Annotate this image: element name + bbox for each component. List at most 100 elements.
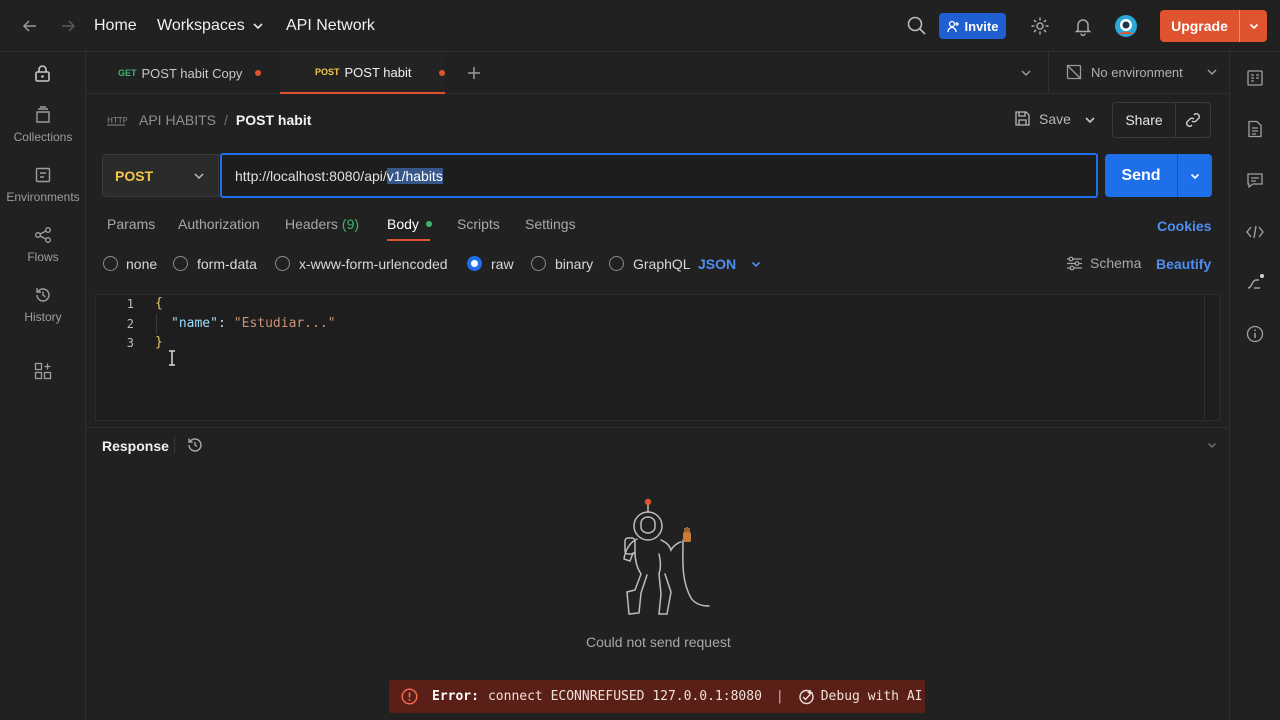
- save-icon: [1015, 111, 1030, 126]
- flows-icon: [35, 227, 51, 243]
- upgrade-button[interactable]: Upgrade: [1160, 10, 1267, 42]
- beautify-button[interactable]: Beautify: [1156, 256, 1211, 272]
- active-tab-indicator: [387, 239, 430, 241]
- cookies-link[interactable]: Cookies: [1157, 218, 1211, 234]
- gear-icon[interactable]: [1030, 16, 1050, 36]
- chevron-down-icon: [752, 261, 761, 268]
- chevron-down-icon: [253, 23, 263, 30]
- chevron-down-icon[interactable]: [1083, 113, 1097, 127]
- sliders-icon: [1067, 256, 1082, 270]
- tab-body[interactable]: Body: [387, 216, 432, 232]
- radio-none[interactable]: [103, 256, 118, 271]
- tab-post-habit[interactable]: POST POST habit: [280, 52, 445, 94]
- tab-scripts[interactable]: Scripts: [457, 216, 500, 232]
- sidebar-item-label: Collections: [13, 130, 73, 144]
- line-number: 3: [126, 336, 134, 350]
- status-dot: [425, 221, 432, 227]
- code-icon[interactable]: [1243, 220, 1267, 244]
- chevron-down-icon: [1207, 69, 1217, 76]
- json-value: "Estudiar...": [233, 316, 336, 331]
- radio-graphql[interactable]: [609, 256, 624, 271]
- plus-icon[interactable]: [467, 66, 481, 80]
- line-number: 1: [126, 297, 134, 311]
- radio-raw[interactable]: [467, 256, 482, 271]
- link-icon[interactable]: [1176, 112, 1210, 128]
- debug-ai-icon: [799, 689, 814, 705]
- save-label: Save: [1039, 110, 1071, 127]
- search-icon[interactable]: [906, 15, 928, 37]
- error-label: Error:: [432, 689, 479, 704]
- method-select[interactable]: POST: [102, 154, 219, 197]
- history-icon: [36, 288, 50, 302]
- url-input[interactable]: http://localhost:8080/api/v1/habits: [220, 153, 1098, 198]
- schema-button[interactable]: Schema: [1066, 255, 1141, 271]
- sidebar-item-flows[interactable]: Flows: [0, 226, 86, 264]
- left-sidebar: [0, 52, 86, 720]
- history-icon[interactable]: [186, 437, 204, 453]
- nav-api-network[interactable]: API Network: [286, 17, 375, 35]
- url-text: http://localhost:8080/api/: [235, 167, 387, 184]
- avatar[interactable]: [1114, 14, 1138, 38]
- save-button[interactable]: Save: [1014, 110, 1071, 127]
- radio-urlencoded[interactable]: [275, 256, 290, 271]
- tab-label: POST habit: [344, 64, 412, 80]
- share-button[interactable]: Share: [1113, 112, 1175, 128]
- breadcrumb-collection[interactable]: API HABITS: [139, 112, 216, 128]
- bell-icon[interactable]: [1073, 16, 1093, 36]
- info-icon[interactable]: [1243, 322, 1267, 346]
- collections-icon: [36, 106, 50, 123]
- tab-post-habit-copy[interactable]: GET POST habit Copy: [118, 52, 242, 94]
- chevron-down-icon[interactable]: [1019, 66, 1033, 80]
- scrollbar[interactable]: [1204, 296, 1205, 419]
- chevron-down-icon[interactable]: [1240, 20, 1267, 32]
- lock-icon[interactable]: [34, 64, 51, 82]
- nav-workspaces[interactable]: Workspaces: [157, 17, 265, 35]
- comments-icon[interactable]: [1243, 168, 1267, 192]
- radio-label: GraphQL: [633, 256, 691, 272]
- documentation-icon[interactable]: [1243, 117, 1267, 141]
- environment-selector[interactable]: No environment: [1066, 64, 1219, 80]
- debug-with-ai-button[interactable]: Debug with AI: [798, 688, 922, 705]
- radio-label: none: [126, 256, 158, 272]
- related-collections-icon[interactable]: [1243, 271, 1267, 295]
- body-editor[interactable]: [95, 294, 1220, 421]
- nav-home[interactable]: Home: [94, 17, 137, 35]
- tab-settings[interactable]: Settings: [525, 216, 576, 232]
- chevron-down-icon[interactable]: [1206, 439, 1218, 451]
- back-arrow-icon[interactable]: [18, 14, 42, 38]
- schema-label: Schema: [1090, 255, 1142, 271]
- method-label: POST: [115, 167, 154, 184]
- sidebar-item-history[interactable]: History: [0, 286, 86, 324]
- headers-count: (9): [341, 216, 360, 232]
- page-title[interactable]: POST habit: [236, 112, 311, 128]
- code-close-brace: }: [155, 335, 163, 350]
- send-button[interactable]: Send: [1105, 154, 1212, 197]
- unsaved-dot: [255, 70, 261, 76]
- error-message: connect ECONNREFUSED 127.0.0.1:8080: [487, 689, 762, 704]
- breadcrumb-separator: /: [224, 112, 228, 128]
- add-app-icon[interactable]: [34, 362, 52, 380]
- invite-button[interactable]: Invite: [939, 13, 1006, 39]
- sidebar-item-environments[interactable]: Environments: [0, 166, 86, 204]
- tab-headers[interactable]: Headers (9): [285, 216, 359, 232]
- api-spec-icon[interactable]: [1243, 66, 1267, 90]
- json-key: "name": [171, 316, 218, 331]
- forward-arrow-icon[interactable]: [56, 14, 80, 38]
- response-title: Response: [102, 438, 169, 454]
- divider: [174, 437, 175, 453]
- tab-params[interactable]: Params: [107, 216, 155, 232]
- tab-headers-label: Headers: [285, 216, 338, 232]
- sidebar-item-collections[interactable]: Collections: [0, 106, 86, 144]
- right-sidebar: [1229, 52, 1280, 720]
- tab-authorization[interactable]: Authorization: [178, 216, 260, 232]
- environments-icon: [35, 167, 51, 183]
- chevron-down-icon[interactable]: [1178, 170, 1212, 182]
- error-banner: Error: connect ECONNREFUSED 127.0.0.1:80…: [389, 680, 925, 713]
- radio-binary[interactable]: [531, 256, 546, 271]
- format-select[interactable]: JSON: [698, 256, 762, 272]
- http-icon: HTTP: [107, 116, 127, 126]
- json-colon: :: [217, 316, 226, 331]
- upgrade-label: Upgrade: [1171, 18, 1228, 34]
- error-icon: [401, 688, 418, 705]
- radio-form-data[interactable]: [173, 256, 188, 271]
